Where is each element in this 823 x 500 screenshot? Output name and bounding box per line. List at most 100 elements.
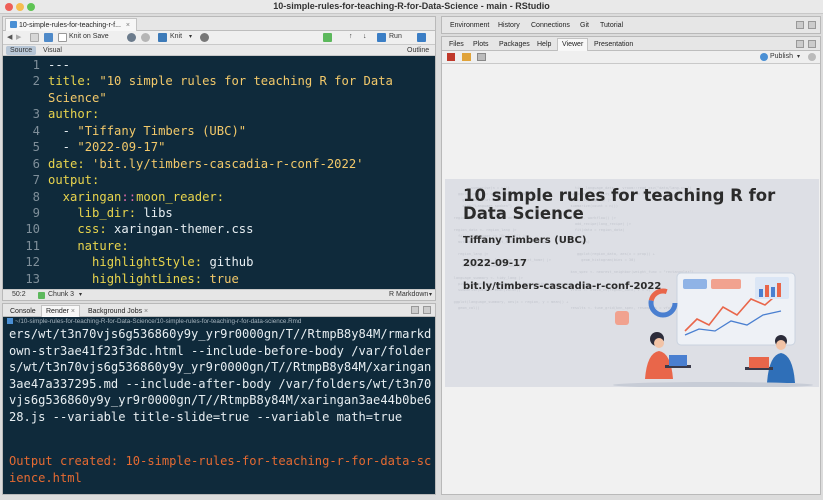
yaml-value: true: [209, 271, 239, 286]
tab-packages[interactable]: Packages: [494, 38, 535, 51]
knit-dropdown-icon[interactable]: ▾: [189, 33, 192, 40]
chunk-icon: [38, 292, 45, 299]
tab-viewer[interactable]: Viewer: [557, 38, 589, 51]
tab-files[interactable]: Files: [444, 38, 469, 51]
tab-git[interactable]: Git: [575, 19, 594, 32]
line-number: 1: [32, 58, 40, 72]
document-mode[interactable]: R Markdown: [389, 291, 428, 298]
viewer-tabbar: Files Plots Packages Help Viewer Present…: [442, 37, 820, 51]
yaml-key: moon_reader:: [136, 189, 225, 204]
visual-mode-tab[interactable]: Visual: [39, 46, 66, 55]
line-number: 10: [25, 222, 40, 237]
editor-tab-label: 10-simple-rules-for-teaching-r-f...: [19, 22, 121, 29]
viewer-toolbar: Publish ▾: [442, 51, 820, 64]
minimize-pane-icon[interactable]: [411, 306, 419, 314]
minimize-pane-icon[interactable]: [796, 40, 804, 48]
line-number: 2: [32, 74, 40, 89]
console-output: ers/wt/t3n70vjs6g536860y9y_yr9r0000gn/T/…: [9, 327, 432, 424]
code-line: 4 - "Tiffany Timbers (UBC)": [3, 123, 435, 139]
data-science-illustration: [613, 272, 813, 387]
code-line: 9 lib_dir: libs: [3, 205, 435, 221]
tab-connections[interactable]: Connections: [526, 19, 575, 32]
minimize-pane-icon[interactable]: [796, 21, 804, 29]
yaml-string: "2022-09-17": [77, 140, 166, 155]
publish-icon[interactable]: [760, 53, 768, 61]
run-icon[interactable]: [377, 33, 386, 42]
refresh-icon[interactable]: [808, 53, 816, 61]
settings-gear-icon[interactable]: [200, 33, 209, 42]
knit-icon[interactable]: [158, 33, 167, 42]
yaml-key: output:: [48, 173, 100, 188]
mode-dropdown-icon[interactable]: ▾: [429, 291, 432, 298]
back-arrow-icon[interactable]: ◀: [7, 33, 12, 41]
publish-button[interactable]: Publish: [770, 53, 793, 60]
editor-toolbar: ◀ ▶ Knit on Save Knit ▾ ↑ ↓ Run: [3, 31, 435, 45]
insert-chunk-icon[interactable]: [323, 33, 332, 42]
environment-pane: Environment History Connections Git Tuto…: [441, 16, 821, 34]
tab-render[interactable]: Render ×: [41, 305, 81, 317]
export-icon[interactable]: [477, 53, 486, 61]
code-line: 12 highlightStyle: github: [3, 254, 435, 270]
code-line: 11 nature:: [3, 238, 435, 254]
show-in-browser-icon[interactable]: [462, 53, 471, 61]
yaml-string: "Tiffany Timbers (UBC)": [77, 123, 247, 138]
tab-render-label: Render: [46, 308, 69, 315]
presentation-slide[interactable]: summarise(n = n()) tidy_language_data <-…: [445, 179, 819, 387]
editor-mode-bar: Source Visual Outline: [3, 45, 435, 56]
maximize-pane-icon[interactable]: [808, 21, 816, 29]
yaml-operator: ::: [121, 189, 137, 204]
outline-toggle[interactable]: Outline: [403, 46, 433, 55]
maximize-pane-icon[interactable]: [808, 40, 816, 48]
yaml-key: nature:: [48, 238, 129, 253]
chunk-navigator[interactable]: Chunk 3: [48, 291, 74, 298]
code-line: 3 author:: [3, 106, 435, 122]
yaml-string: "10 simple rules for teaching R for Data: [99, 74, 393, 89]
yaml-key: xaringan: [48, 189, 122, 204]
source-mode-tab[interactable]: Source: [6, 46, 37, 55]
close-tab-icon[interactable]: ×: [144, 308, 148, 315]
line-number: 13: [25, 271, 40, 286]
tab-console[interactable]: Console: [5, 305, 41, 317]
forward-arrow-icon[interactable]: ▶: [16, 33, 21, 41]
knit-on-save-checkbox[interactable]: [58, 33, 67, 42]
tab-presentation[interactable]: Presentation: [589, 38, 638, 51]
run-button[interactable]: Run: [389, 33, 402, 40]
viewer-pane: Files Plots Packages Help Viewer Present…: [441, 36, 821, 495]
next-chunk-icon[interactable]: ↓: [363, 33, 367, 40]
render-output-message: Output created: 10-simple-rules-for-teac…: [9, 454, 432, 485]
window-titlebar: 10-simple-rules-for-teaching-R-for-Data-…: [0, 0, 823, 14]
close-tab-icon[interactable]: ×: [71, 308, 75, 315]
line-number: 4: [32, 123, 40, 138]
tab-environment[interactable]: Environment: [445, 19, 494, 32]
tab-tutorial[interactable]: Tutorial: [595, 19, 628, 32]
show-in-window-icon[interactable]: [30, 33, 39, 42]
close-tab-icon[interactable]: ×: [126, 22, 130, 29]
rmd-file-icon: [7, 318, 13, 324]
search-icon[interactable]: [141, 33, 150, 42]
code-editor[interactable]: 1 --- 2 title: "10 simple rules for teachi…: [3, 57, 435, 291]
maximize-pane-icon[interactable]: [423, 306, 431, 314]
editor-tab-rmd[interactable]: 10-simple-rules-for-teaching-r-f... ×: [5, 18, 137, 31]
line-number: 8: [32, 189, 40, 204]
tab-background-jobs[interactable]: Background Jobs ×: [83, 305, 153, 317]
chunk-dropdown-icon[interactable]: ▾: [79, 291, 82, 298]
tab-plots[interactable]: Plots: [468, 38, 494, 51]
clear-viewer-icon[interactable]: [447, 53, 455, 61]
code-text: ---: [48, 58, 71, 72]
publish-dropdown-icon[interactable]: ▾: [797, 53, 800, 60]
code-line: 7 output:: [3, 172, 435, 188]
code-line: 2 title: "10 simple rules for teaching R …: [3, 73, 435, 89]
knit-on-save-label: Knit on Save: [69, 33, 109, 40]
previous-chunk-icon[interactable]: ↑: [349, 33, 353, 40]
code-line: 5 - "2022-09-17": [3, 139, 435, 155]
code-line: 10 css: xaringan-themer.css: [3, 221, 435, 237]
yaml-value: github: [209, 255, 254, 270]
run-options-icon[interactable]: [417, 33, 426, 42]
knit-button[interactable]: Knit: [170, 33, 182, 40]
tab-history[interactable]: History: [493, 19, 525, 32]
spellcheck-icon[interactable]: [127, 33, 136, 42]
tab-help[interactable]: Help: [532, 38, 556, 51]
console-pane: Console Render × Background Jobs × ~/10-…: [2, 303, 436, 495]
save-icon[interactable]: [44, 33, 53, 42]
editor-tabbar: 10-simple-rules-for-teaching-r-f... ×: [3, 17, 435, 31]
